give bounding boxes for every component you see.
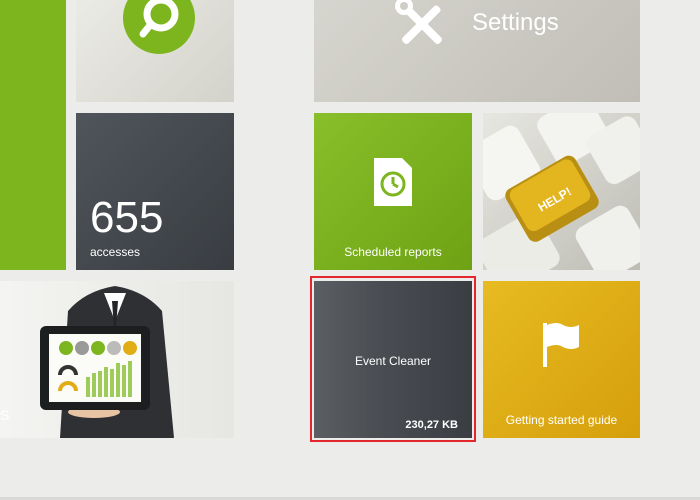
- tile-event-cleaner[interactable]: Event Cleaner 230,27 KB: [314, 281, 472, 438]
- tools-icon: [395, 0, 442, 44]
- tile-settings[interactable]: Settings: [314, 0, 640, 102]
- businessman-tablet-image: [40, 286, 174, 438]
- tile-scheduled-reports[interactable]: Scheduled reports: [314, 113, 472, 270]
- tile-green-partial[interactable]: [0, 0, 66, 270]
- tile-getting-started-guide[interactable]: Getting started guide: [483, 281, 640, 438]
- tile-search-logo[interactable]: [76, 0, 234, 102]
- tile-accesses[interactable]: 655 accesses: [76, 113, 234, 270]
- settings-label: Settings: [472, 9, 559, 36]
- getting-started-label: Getting started guide: [505, 413, 618, 427]
- business-partial-label: S: [0, 407, 10, 423]
- scheduled-reports-label: Scheduled reports: [344, 245, 442, 259]
- accesses-count: 655: [90, 193, 164, 242]
- event-cleaner-title: Event Cleaner: [354, 354, 432, 368]
- flag-icon: [543, 323, 579, 367]
- tile-help[interactable]: HELP!: [483, 113, 640, 270]
- search-logo-icon: [123, 0, 195, 54]
- help-keyboard-image: HELP!: [483, 113, 640, 270]
- event-cleaner-size: 230,27 KB: [405, 419, 458, 431]
- accesses-label: accesses: [90, 245, 141, 259]
- clock-document-icon: [374, 158, 412, 206]
- tile-business-photo[interactable]: S: [0, 281, 234, 438]
